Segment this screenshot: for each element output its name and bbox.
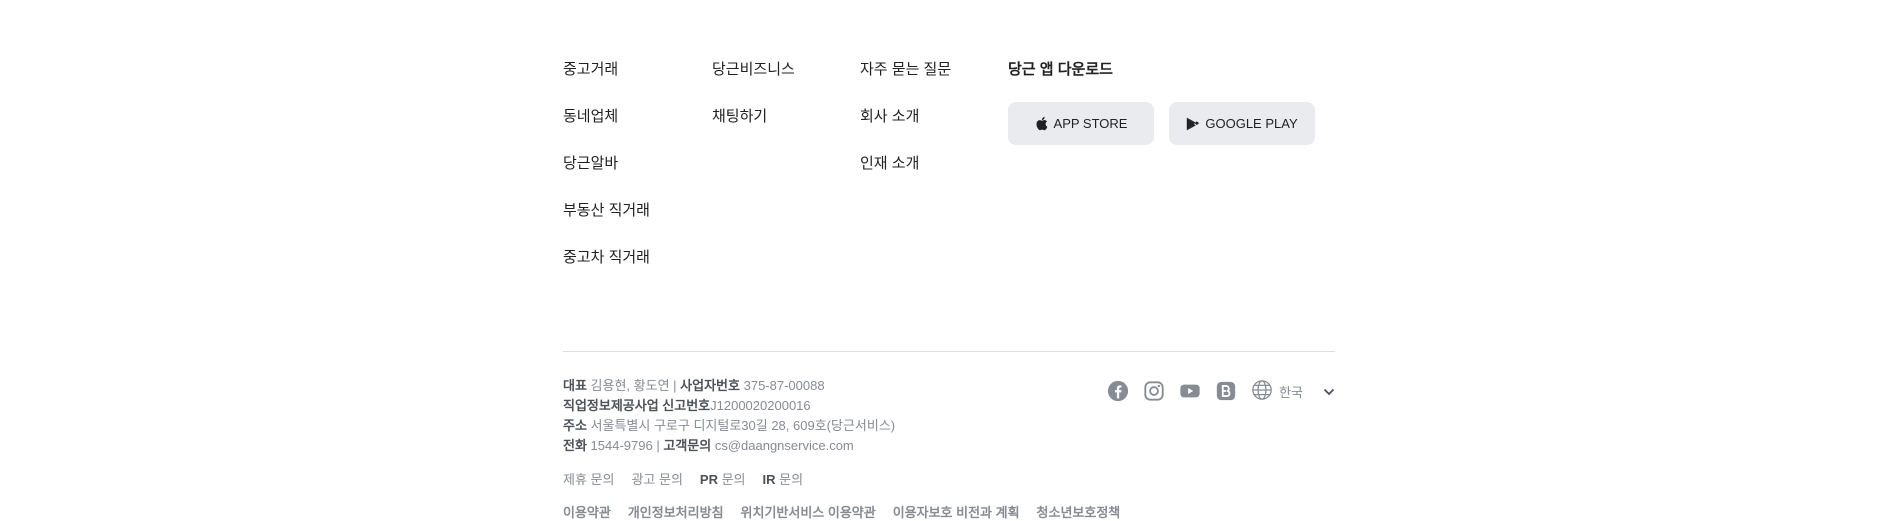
- google-play-label: GOOGLE PLAY: [1205, 116, 1298, 131]
- report-value: J1200020200016: [710, 398, 811, 413]
- policy-user-protection[interactable]: 이용자보호 비전과 계획: [893, 502, 1020, 521]
- app-store-button[interactable]: APP STORE: [1008, 102, 1154, 145]
- globe-icon: [1251, 379, 1273, 404]
- instagram-icon[interactable]: [1141, 378, 1167, 404]
- inquiry-partnership[interactable]: 제휴 문의: [563, 469, 614, 488]
- company-info-line-4: 전화 1544-9796 | 고객문의 cs@daangnservice.com: [563, 436, 895, 456]
- company-info: 대표 김용현, 황도연 | 사업자번호 375-87-00088 직업정보제공사…: [563, 376, 895, 456]
- footer-link-jobs[interactable]: 당근알바: [563, 154, 650, 201]
- inquiry-pr-prefix: PR: [699, 472, 718, 487]
- report-label: 직업정보제공사업 신고번호: [563, 398, 711, 413]
- inquiry-ir-label: 문의: [775, 472, 804, 487]
- separator: |: [656, 438, 660, 453]
- google-play-button[interactable]: GOOGLE PLAY: [1169, 102, 1315, 145]
- policy-privacy[interactable]: 개인정보처리방침: [628, 502, 724, 521]
- chevron-down-icon: [1323, 384, 1335, 399]
- policy-terms[interactable]: 이용약관: [563, 502, 611, 521]
- support-email[interactable]: cs@daangnservice.com: [715, 438, 854, 453]
- site-footer: 중고거래 동네업체 당근알바 부동산 직거래 중고차 직거래 당근비즈니스 채팅…: [563, 0, 1335, 520]
- phone-label: 전화: [563, 438, 587, 453]
- inquiry-pr[interactable]: PR 문의: [700, 469, 746, 488]
- footer-link-used-trade[interactable]: 중고거래: [563, 60, 650, 107]
- app-download-section: 당근 앱 다운로드 APP STORE GOOGLE PLAY: [1008, 60, 1315, 145]
- address-value: 서울특별시 구로구 디지털로30길 28, 609호(당근서비스): [590, 418, 896, 433]
- footer-link-chat[interactable]: 채팅하기: [712, 107, 795, 154]
- footer-link-local-business[interactable]: 동네업체: [563, 107, 650, 154]
- app-store-label: APP STORE: [1053, 116, 1128, 131]
- inquiry-links: 제휴 문의 광고 문의 PR 문의 IR 문의: [563, 469, 803, 488]
- address-label: 주소: [563, 418, 587, 433]
- company-info-line-3: 주소 서울특별시 구로구 디지털로30길 28, 609호(당근서비스): [563, 416, 895, 436]
- ceo-value: 김용현, 황도연: [590, 378, 670, 393]
- footer-column-company: 자주 묻는 질문 회사 소개 인재 소개: [860, 60, 951, 201]
- google-play-icon: [1186, 117, 1200, 131]
- policy-location-terms[interactable]: 위치기반서비스 이용약관: [741, 502, 876, 521]
- footer-column-services: 중고거래 동네업체 당근알바 부동산 직거래 중고차 직거래: [563, 60, 650, 295]
- language-label: 한국: [1279, 384, 1303, 400]
- biz-no-value: 375-87-00088: [743, 378, 825, 393]
- inquiry-advertising[interactable]: 광고 문의: [631, 469, 682, 488]
- company-info-line-2: 직업정보제공사업 신고번호J1200020200016: [563, 396, 895, 416]
- blog-icon[interactable]: [1213, 378, 1239, 404]
- language-selector[interactable]: 한국: [1251, 379, 1335, 404]
- inquiry-ir[interactable]: IR 문의: [763, 469, 804, 488]
- inquiry-ir-prefix: IR: [762, 472, 776, 487]
- policy-youth-protection[interactable]: 청소년보호정책: [1037, 502, 1121, 521]
- footer-link-used-cars[interactable]: 중고차 직거래: [563, 248, 650, 295]
- footer-column-business: 당근비즈니스 채팅하기: [712, 60, 795, 154]
- footer-link-careers[interactable]: 인재 소개: [860, 154, 951, 201]
- phone-value: 1544-9796: [590, 438, 653, 453]
- store-buttons: APP STORE GOOGLE PLAY: [1008, 102, 1315, 145]
- footer-link-faq[interactable]: 자주 묻는 질문: [860, 60, 951, 107]
- support-label: 고객문의: [663, 438, 712, 453]
- inquiry-partnership-label: 제휴 문의: [563, 472, 615, 487]
- separator: |: [673, 378, 677, 393]
- youtube-icon[interactable]: [1177, 378, 1203, 404]
- footer-link-real-estate[interactable]: 부동산 직거래: [563, 201, 650, 248]
- app-download-title: 당근 앱 다운로드: [1008, 61, 1113, 78]
- footer-link-about[interactable]: 회사 소개: [860, 107, 951, 154]
- inquiry-advertising-label: 광고 문의: [631, 472, 683, 487]
- ceo-label: 대표: [563, 378, 587, 393]
- footer-link-business[interactable]: 당근비즈니스: [712, 60, 795, 107]
- biz-no-label: 사업자번호: [680, 378, 740, 393]
- social-links: 한국: [1105, 378, 1335, 404]
- company-info-line-1: 대표 김용현, 황도연 | 사업자번호 375-87-00088: [563, 376, 895, 396]
- facebook-icon[interactable]: [1105, 378, 1131, 404]
- policy-links: 이용약관 개인정보처리방침 위치기반서비스 이용약관 이용자보호 비전과 계획 …: [563, 502, 1120, 521]
- inquiry-pr-label: 문의: [717, 472, 746, 487]
- apple-icon: [1035, 116, 1048, 131]
- footer-divider: [563, 351, 1335, 352]
